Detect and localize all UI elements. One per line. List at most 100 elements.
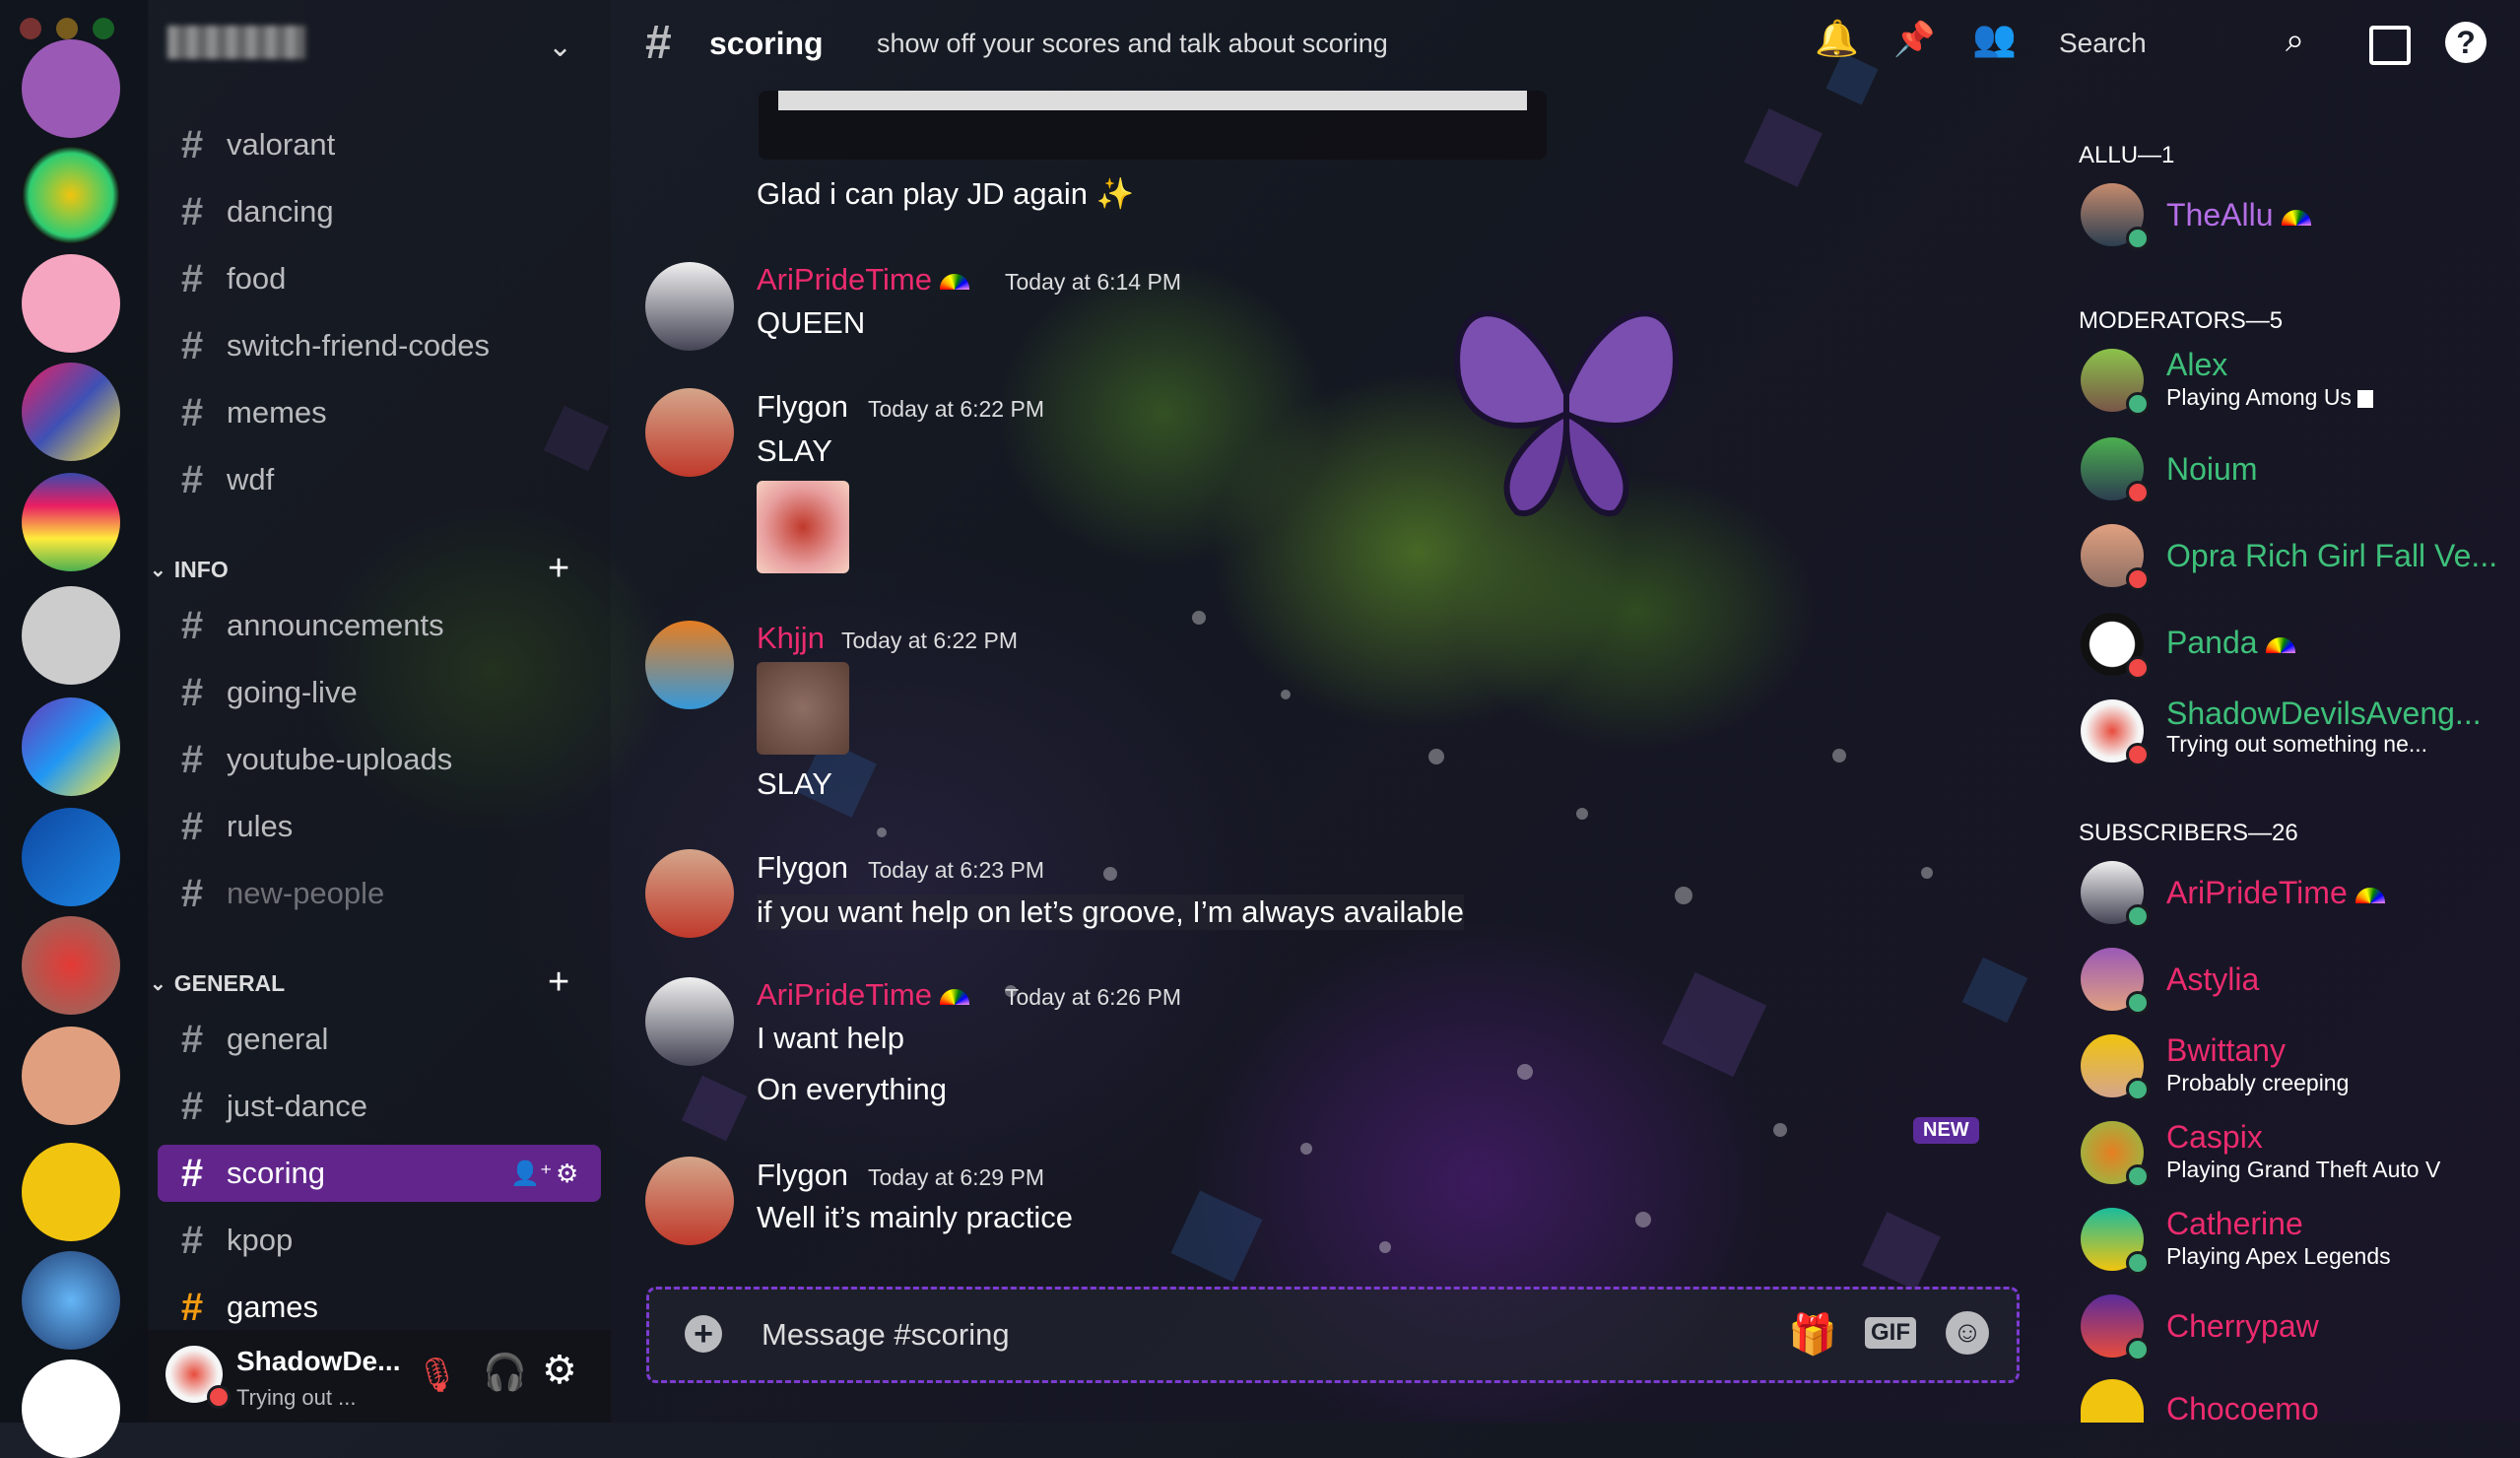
hash-icon: # (180, 189, 204, 233)
channel-going-live[interactable]: # going-live (158, 664, 601, 721)
user-name[interactable]: ShadowDe... (236, 1346, 400, 1377)
message-image[interactable] (759, 91, 1547, 160)
channel-new-people[interactable]: # new-people (158, 865, 601, 922)
add-channel-icon[interactable]: + (548, 961, 569, 1004)
channel-topic[interactable]: show off your scores and talk about scor… (877, 29, 1388, 59)
rainbow-icon (2354, 887, 2385, 903)
member-name[interactable]: TheAllu (2166, 197, 2311, 233)
members-icon[interactable]: 👥 (1972, 18, 2017, 59)
channel-just-dance[interactable]: # just-dance (158, 1078, 601, 1135)
server-icon-8[interactable] (22, 808, 120, 906)
author-name[interactable]: Flygon (757, 1158, 848, 1193)
inbox-icon[interactable] (2369, 26, 2411, 65)
server-icon-just-dance[interactable] (22, 363, 120, 461)
server-icon-9[interactable] (22, 916, 120, 1015)
member-name[interactable]: Panda (2166, 625, 2295, 661)
gear-icon[interactable]: ⚙ (542, 1348, 577, 1393)
avatar[interactable] (645, 262, 734, 351)
mute-mic-icon[interactable]: 🎙 (416, 1356, 458, 1395)
headphones-icon[interactable]: 🎧 (483, 1352, 527, 1393)
member-name[interactable]: Alex (2166, 347, 2227, 383)
channel-games[interactable]: # games (158, 1279, 601, 1336)
invite-icon[interactable]: 👤⁺ (510, 1160, 553, 1188)
emoji-image[interactable] (757, 662, 849, 755)
member-label: AriPrideTime (2166, 875, 2348, 910)
member-name[interactable]: Chocoemo (2166, 1391, 2319, 1427)
author-name[interactable]: Flygon (757, 389, 848, 425)
channel-label: general (227, 1022, 329, 1056)
server-icon-11[interactable] (22, 1143, 120, 1241)
channel-label: switch-friend-codes (227, 328, 491, 363)
channel-valorant[interactable]: # valorant (158, 116, 601, 173)
server-icon-6[interactable] (22, 586, 120, 685)
hash-icon: # (180, 1218, 204, 1262)
message-input[interactable]: Message #scoring (762, 1317, 1010, 1353)
search-icon[interactable]: ⌕ (2286, 22, 2304, 60)
avatar[interactable] (645, 388, 734, 477)
member-name[interactable]: ShadowDevilsAveng... (2166, 696, 2482, 732)
channel-wdf[interactable]: # wdf (158, 451, 601, 508)
add-channel-icon[interactable]: + (548, 548, 569, 590)
chevron-down-icon: ⌄ (150, 973, 166, 995)
author-name[interactable]: Khjjn (757, 621, 825, 656)
member-name[interactable]: Opra Rich Girl Fall Ve... (2166, 538, 2497, 574)
member-category: MODERATORS—5 (2079, 307, 2284, 334)
channel-label: games (227, 1290, 319, 1324)
gift-icon[interactable]: 🎁 (1788, 1311, 1837, 1358)
channel-label: memes (227, 395, 327, 430)
avatar[interactable] (645, 849, 734, 938)
server-icon-7[interactable] (22, 697, 120, 796)
server-icon-12[interactable] (22, 1251, 120, 1350)
avatar[interactable] (2081, 1379, 2144, 1423)
hash-icon: # (180, 1084, 204, 1128)
author-name[interactable]: Flygon (757, 850, 848, 886)
member-name[interactable]: Cherrypaw (2166, 1308, 2319, 1345)
avatar[interactable] (645, 621, 734, 709)
help-icon[interactable]: ? (2445, 22, 2487, 63)
member-name[interactable]: Catherine (2166, 1206, 2303, 1242)
server-name-blurred[interactable] (167, 26, 305, 59)
chevron-down-icon: ⌄ (150, 560, 166, 581)
server-icon-5[interactable] (22, 473, 120, 571)
new-badge[interactable]: NEW (1913, 1117, 1979, 1144)
channel-announcements[interactable]: # announcements (158, 597, 601, 654)
timestamp: Today at 6:26 PM (1005, 984, 1181, 1010)
server-icon-13[interactable] (22, 1359, 120, 1458)
search-input[interactable]: Search (2059, 28, 2147, 59)
emoji-icon[interactable]: ☺ (1946, 1311, 1989, 1355)
channel-dancing[interactable]: # dancing (158, 183, 601, 240)
channel-food[interactable]: # food (158, 250, 601, 307)
add-attachment-icon[interactable]: + (685, 1315, 722, 1353)
server-icon-10[interactable] (22, 1027, 120, 1125)
category-info[interactable]: ⌄ INFO (150, 557, 229, 583)
chevron-down-icon[interactable]: ⌄ (548, 30, 572, 64)
channel-general[interactable]: # general (158, 1011, 601, 1068)
category-general[interactable]: ⌄ GENERAL (150, 970, 285, 997)
avatar[interactable] (645, 1157, 734, 1245)
channel-youtube-uploads[interactable]: # youtube-uploads (158, 731, 601, 788)
channel-kpop[interactable]: # kpop (158, 1212, 601, 1269)
server-icon-1[interactable] (22, 39, 120, 138)
author-name[interactable]: AriPrideTime (757, 977, 969, 1013)
gear-icon[interactable]: ⚙ (556, 1159, 578, 1189)
channel-scoring[interactable]: # scoring 👤⁺ ⚙ (158, 1145, 601, 1202)
gif-button[interactable]: GIF (1865, 1317, 1916, 1349)
category-label: GENERAL (173, 970, 286, 996)
channel-rules[interactable]: # rules (158, 798, 601, 855)
emoji-image[interactable] (757, 481, 849, 573)
dnd-status-icon (2126, 743, 2150, 766)
member-name[interactable]: AriPrideTime (2166, 875, 2385, 911)
avatar[interactable] (645, 977, 734, 1066)
server-icon-2[interactable] (22, 146, 120, 244)
member-name[interactable]: Astylia (2166, 961, 2259, 998)
author-name[interactable]: AriPrideTime (757, 262, 969, 298)
bell-icon[interactable]: 🔔 (1815, 18, 1859, 59)
member-name[interactable]: Noium (2166, 451, 2257, 488)
pin-icon[interactable]: 📌 (1893, 20, 1935, 59)
channel-memes[interactable]: # memes (158, 384, 601, 441)
member-name[interactable]: Bwittany (2166, 1032, 2286, 1069)
member-name[interactable]: Caspix (2166, 1119, 2263, 1156)
server-icon-3[interactable] (22, 254, 120, 353)
channel-switch-friend-codes[interactable]: # switch-friend-codes (158, 317, 601, 374)
channel-label: dancing (227, 194, 334, 229)
